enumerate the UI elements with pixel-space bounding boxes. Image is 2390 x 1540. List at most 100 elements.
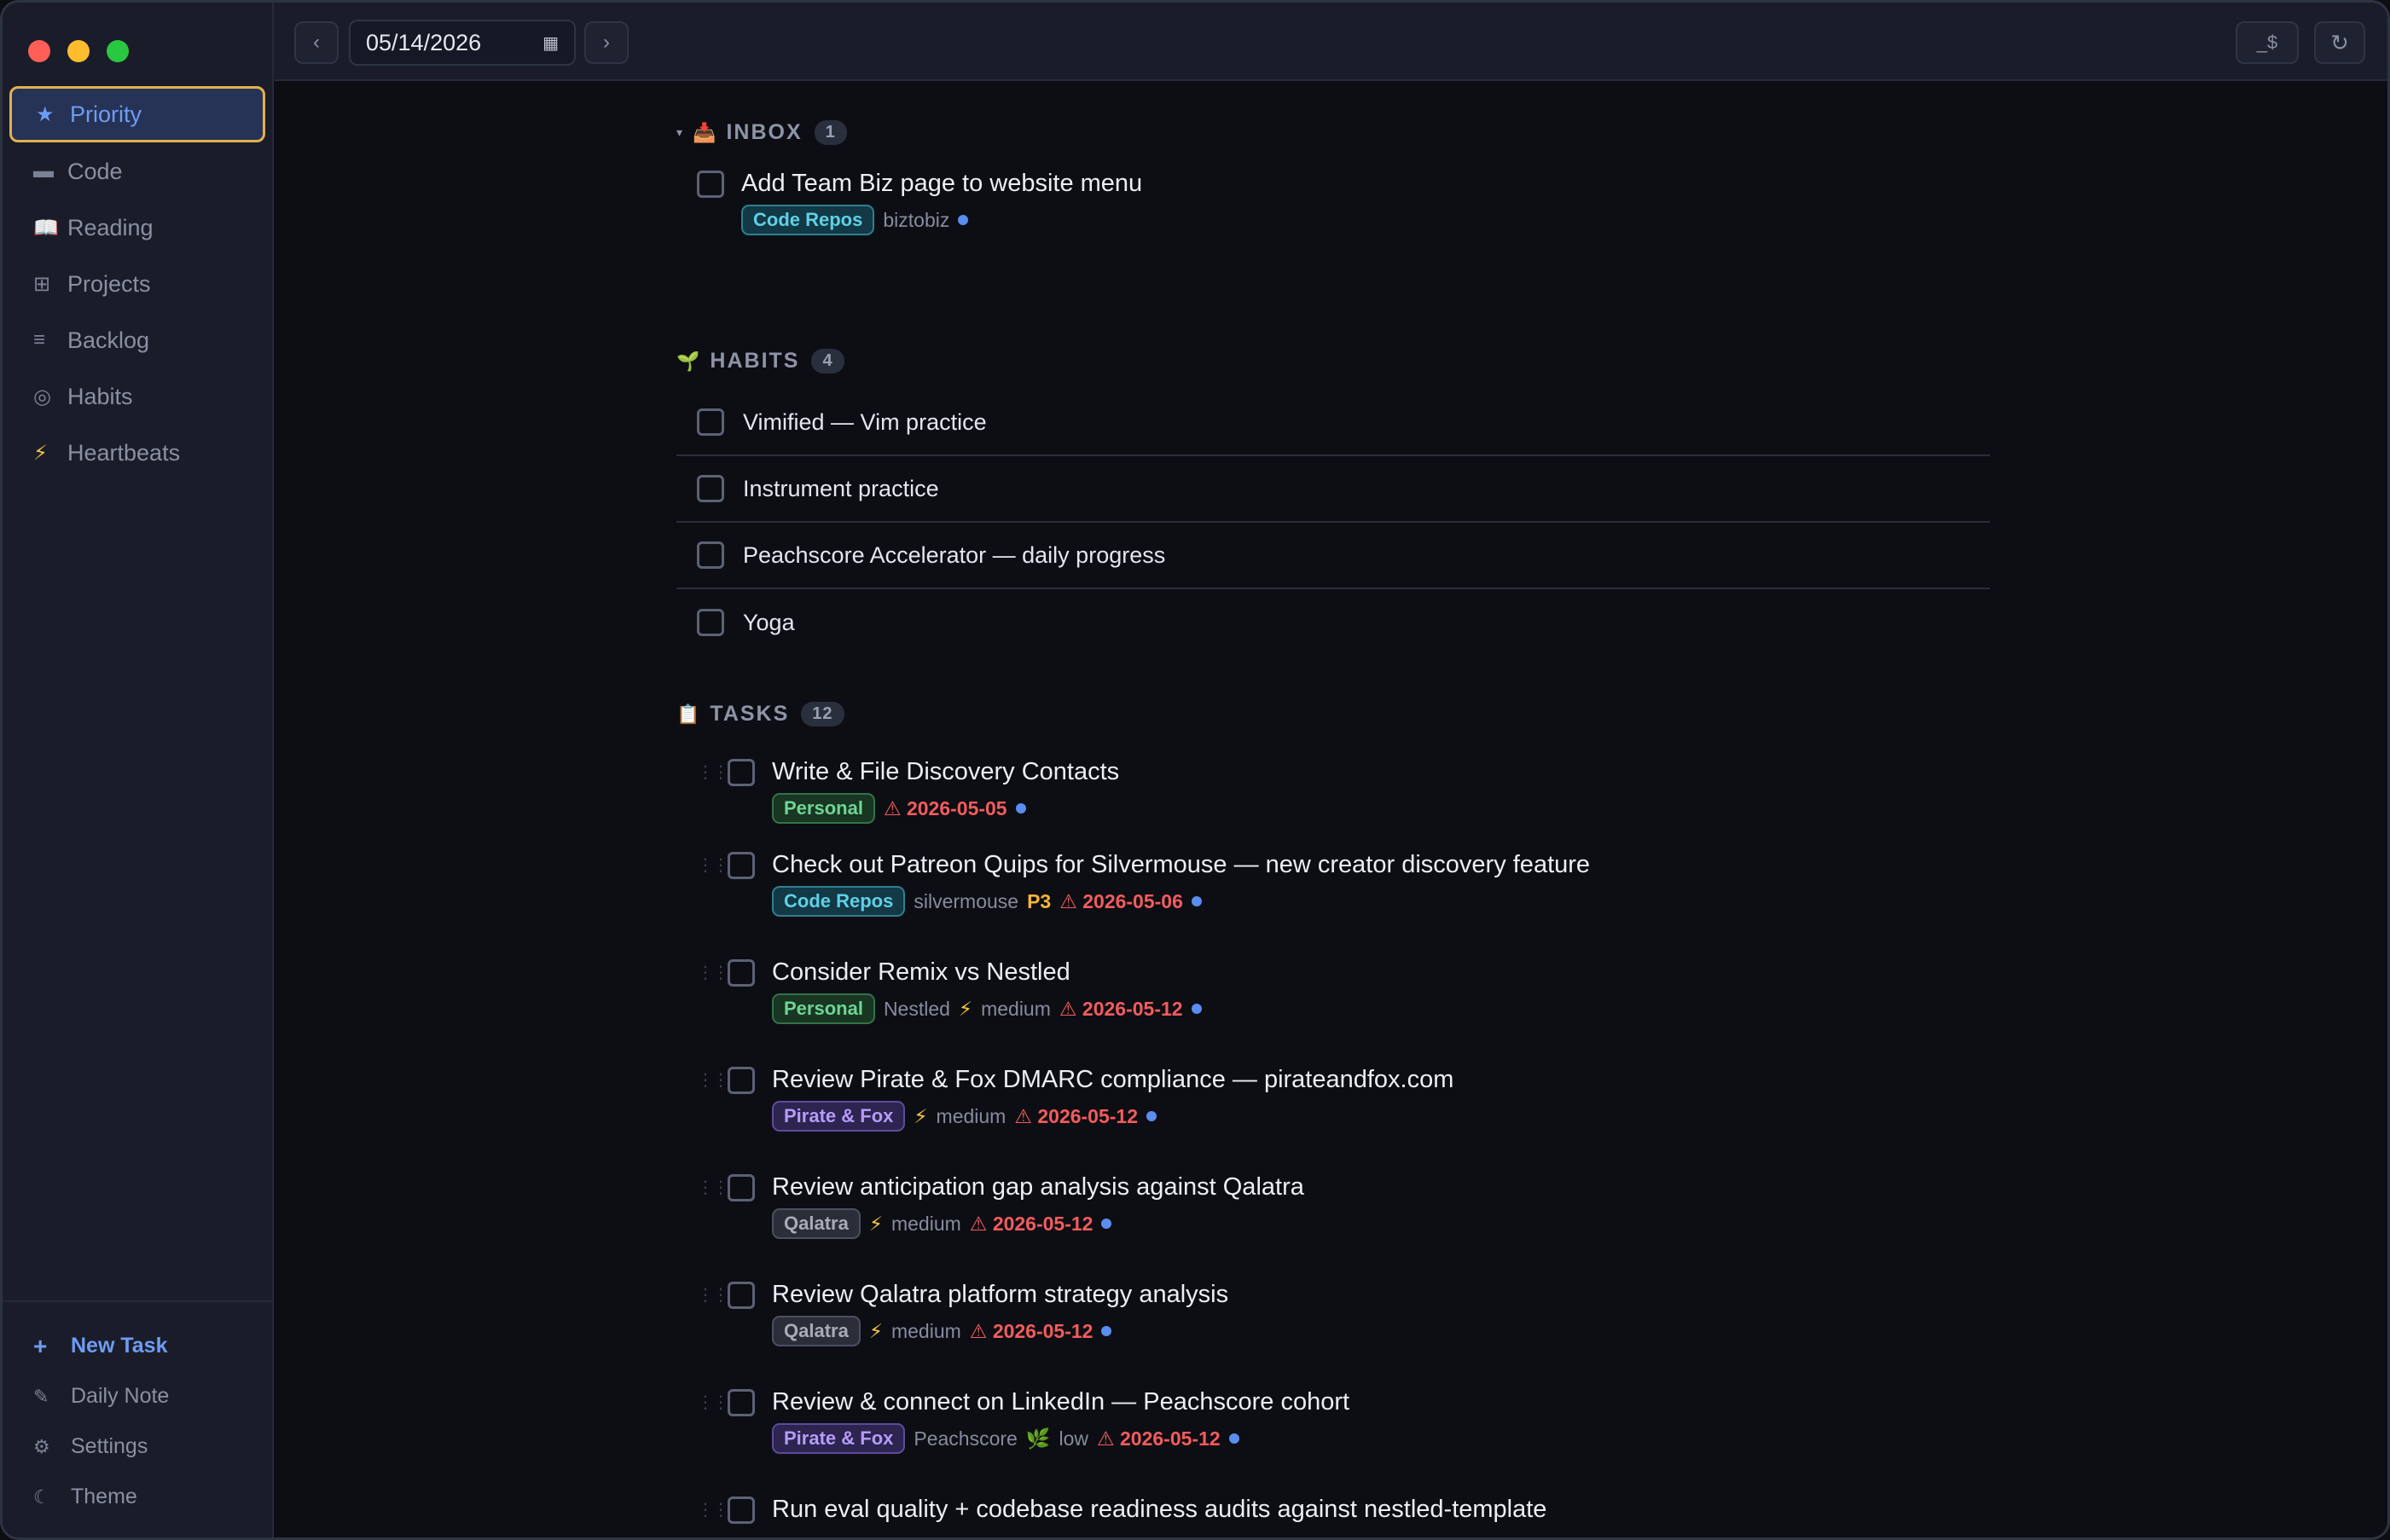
habit-checkbox[interactable] <box>697 541 724 569</box>
drag-handle-icon[interactable]: ⋮⋮ <box>697 761 729 783</box>
habit-item[interactable]: Yoga <box>676 589 1990 656</box>
sidebar-item-code[interactable]: ▬ Code <box>9 144 265 199</box>
new-task-button[interactable]: + New Task <box>9 1321 265 1371</box>
habit-title: Yoga <box>743 609 795 635</box>
table-row[interactable]: ⋮⋮ Run eval quality + codebase readiness… <box>697 1496 2010 1524</box>
habit-checkbox[interactable] <box>697 475 724 502</box>
chevron-right-icon: › <box>603 31 610 54</box>
previous-day-button[interactable]: ‹ <box>294 21 339 64</box>
task-title: Review Qalatra platform strategy analysi… <box>772 1281 1229 1308</box>
project-tag[interactable]: Qalatra <box>772 1316 861 1346</box>
drag-handle-icon[interactable]: ⋮⋮ <box>697 1392 729 1413</box>
habit-checkbox[interactable] <box>697 408 724 436</box>
drag-handle-icon[interactable]: ⋮⋮ <box>697 1499 729 1520</box>
warning-icon: ⚠ <box>1059 997 1082 1020</box>
book-icon: 📖 <box>33 216 59 240</box>
due-date: ⚠ 2026-05-12 <box>1097 1427 1221 1450</box>
task-checkbox[interactable] <box>728 1066 755 1094</box>
project-tag[interactable]: Qalatra <box>772 1208 861 1239</box>
habits-section-header[interactable]: 🌱 HABITS 4 <box>676 349 844 373</box>
due-date: ⚠ 2026-05-12 <box>1014 1104 1139 1127</box>
habit-item[interactable]: Vimified — Vim practice <box>676 390 1990 456</box>
task-checkbox[interactable] <box>728 1173 755 1201</box>
habit-item[interactable]: Instrument practice <box>676 456 1990 523</box>
table-row[interactable]: ⋮⋮ Consider Remix vs Nestled Personal Ne… <box>697 958 2010 1024</box>
energy-bolt-icon: ⚡ <box>868 1319 883 1342</box>
collapse-caret-icon[interactable]: ▾ <box>676 125 684 140</box>
drag-handle-icon[interactable]: ⋮⋮ <box>697 854 729 876</box>
task-project: silvermouse <box>914 889 1019 912</box>
sidebar-item-label: Backlog <box>67 327 150 353</box>
status-dot <box>1191 1004 1202 1014</box>
task-checkbox[interactable] <box>728 1496 755 1524</box>
grid-icon: ⊞ <box>33 272 51 296</box>
habit-title: Peachscore Accelerator — daily progress <box>743 541 1166 568</box>
minimize-window-button[interactable] <box>67 40 90 62</box>
app-window: ★ Priority ▬ Code 📖 Reading ⊞ Projects ≡… <box>0 0 2390 1540</box>
console-button[interactable]: _$ <box>2236 21 2299 64</box>
habit-item[interactable]: Peachscore Accelerator — daily progress <box>676 523 1990 589</box>
date-input[interactable]: 05/14/2026 ▦ <box>349 20 576 66</box>
daily-note-label: Daily Note <box>71 1384 170 1408</box>
habit-title: Instrument practice <box>743 475 939 501</box>
sidebar-item-label: Reading <box>67 214 154 240</box>
calendar-icon[interactable]: ▦ <box>542 32 559 54</box>
sidebar-nav: ★ Priority ▬ Code 📖 Reading ⊞ Projects ≡… <box>9 86 265 482</box>
project-tag[interactable]: Pirate & Fox <box>772 1101 906 1132</box>
project-tag[interactable]: Pirate & Fox <box>772 1423 906 1454</box>
sidebar-item-backlog[interactable]: ≡ Backlog <box>9 313 265 368</box>
list-item[interactable]: Add Team Biz page to website menu Code R… <box>697 170 1891 235</box>
refresh-button[interactable]: ↻ <box>2314 21 2365 64</box>
task-title: Review Pirate & Fox DMARC compliance — p… <box>772 1066 1454 1093</box>
settings-button[interactable]: ⚙ Settings <box>9 1421 265 1472</box>
warning-icon: ⚠ <box>1097 1427 1121 1450</box>
chevron-left-icon: ‹ <box>313 31 320 54</box>
project-tag[interactable]: Code Repos <box>741 205 875 235</box>
drag-handle-icon[interactable]: ⋮⋮ <box>697 1177 729 1198</box>
sidebar-item-projects[interactable]: ⊞ Projects <box>9 257 265 311</box>
task-checkbox[interactable] <box>728 1388 755 1416</box>
plus-icon: + <box>33 1332 48 1359</box>
task-checkbox[interactable] <box>728 758 755 786</box>
terminal-icon: _$ <box>2256 32 2278 53</box>
drag-handle-icon[interactable]: ⋮⋮ <box>697 962 729 983</box>
sidebar-item-priority[interactable]: ★ Priority <box>9 86 265 142</box>
task-checkbox[interactable] <box>728 1281 755 1309</box>
status-dot <box>1101 1219 1112 1229</box>
energy-level: medium <box>981 997 1051 1020</box>
table-row[interactable]: ⋮⋮ Review & connect on LinkedIn — Peachs… <box>697 1388 2010 1454</box>
status-dot <box>1228 1433 1239 1444</box>
table-row[interactable]: ⋮⋮ Review anticipation gap analysis agai… <box>697 1173 2010 1239</box>
due-date: ⚠ 2026-05-12 <box>969 1319 1093 1342</box>
project-tag[interactable]: Personal <box>772 993 875 1024</box>
priority-badge: P3 <box>1027 889 1052 912</box>
drag-handle-icon[interactable]: ⋮⋮ <box>697 1069 729 1091</box>
energy-level: medium <box>890 1319 961 1342</box>
due-date: ⚠ 2026-05-12 <box>1059 997 1183 1020</box>
task-checkbox[interactable] <box>697 170 724 198</box>
project-tag[interactable]: Personal <box>772 793 875 824</box>
task-checkbox[interactable] <box>728 851 755 879</box>
next-day-button[interactable]: › <box>584 21 629 64</box>
table-row[interactable]: ⋮⋮ Review Pirate & Fox DMARC compliance … <box>697 1066 2010 1132</box>
inbox-section-header[interactable]: ▾ 📥 INBOX 1 <box>676 120 847 145</box>
task-checkbox[interactable] <box>728 958 755 987</box>
tasks-section-header[interactable]: 📋 TASKS 12 <box>676 702 844 727</box>
project-tag[interactable]: Code Repos <box>772 886 906 917</box>
close-window-button[interactable] <box>28 40 50 62</box>
daily-note-button[interactable]: ✎ Daily Note <box>9 1371 265 1421</box>
sidebar-item-reading[interactable]: 📖 Reading <box>9 200 265 255</box>
theme-button[interactable]: ☾ Theme <box>9 1472 265 1522</box>
section-title: TASKS <box>710 702 790 726</box>
zoom-window-button[interactable] <box>107 40 129 62</box>
energy-bolt-icon: ⚡ <box>914 1104 928 1127</box>
settings-label: Settings <box>71 1434 148 1458</box>
drag-handle-icon[interactable]: ⋮⋮ <box>697 1284 729 1306</box>
table-row[interactable]: ⋮⋮ Check out Patreon Quips for Silvermou… <box>697 851 2010 917</box>
habit-checkbox[interactable] <box>697 609 724 636</box>
table-row[interactable]: ⋮⋮ Review Qalatra platform strategy anal… <box>697 1281 2010 1346</box>
task-title: Write & File Discovery Contacts <box>772 758 1120 785</box>
table-row[interactable]: ⋮⋮ Write & File Discovery Contacts Perso… <box>697 758 2010 824</box>
sidebar-item-habits[interactable]: ◎ Habits <box>9 369 265 424</box>
sidebar-item-heartbeats[interactable]: ⚡ Heartbeats <box>9 426 265 480</box>
